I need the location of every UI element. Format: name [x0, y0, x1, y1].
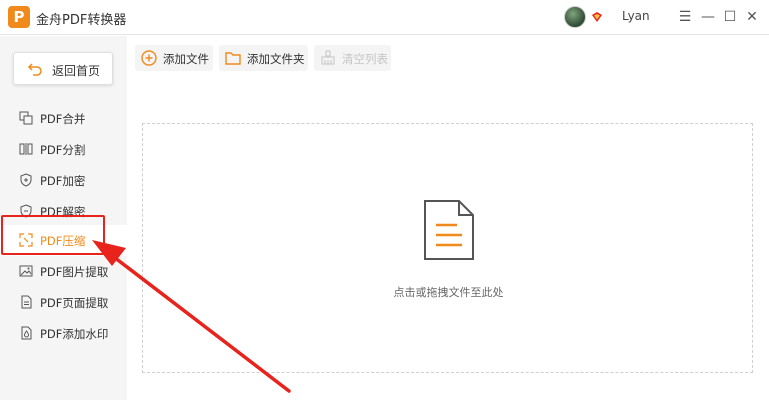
document-icon — [424, 200, 474, 260]
home-button-label: 返回首页 — [52, 64, 101, 78]
drop-zone-hint: 点击或拖拽文件至此处 — [393, 286, 504, 299]
username[interactable]: Lyan — [622, 9, 650, 23]
add-file-label: 添加文件 — [163, 52, 209, 66]
clear-list-button[interactable]: 清空列表 — [314, 45, 391, 71]
main-content: 添加文件 添加文件夹 清空列表 点击或拖拽文件至此处 — [127, 36, 769, 400]
folder-icon — [225, 52, 241, 65]
app-title: 金舟PDF转换器 — [36, 13, 127, 28]
add-file-button[interactable]: 添加文件 — [135, 45, 213, 71]
sidebar-item-pdf-encrypt[interactable]: PDF加密 — [0, 165, 127, 196]
sidebar-item-label: PDF分割 — [40, 143, 86, 157]
sidebar-item-label: PDF加密 — [40, 174, 86, 188]
sidebar-item-pdf-merge[interactable]: PDF合并 — [0, 103, 127, 134]
sidebar-item-pdf-watermark[interactable]: PDF添加水印 — [0, 318, 127, 349]
sidebar-item-pdf-page-extract[interactable]: PDF页面提取 — [0, 287, 127, 318]
app-logo: P — [8, 6, 30, 28]
image-icon — [19, 265, 33, 277]
sidebar-item-label: PDF图片提取 — [40, 265, 109, 279]
home-button[interactable]: 返回首页 — [13, 52, 113, 85]
minimize-button[interactable]: — — [699, 8, 717, 26]
watermark-icon — [21, 326, 32, 340]
sidebar-item-pdf-split[interactable]: PDF分割 — [0, 134, 127, 165]
sidebar-item-label: PDF合并 — [40, 112, 86, 126]
sidebar-item-label: PDF添加水印 — [40, 327, 109, 341]
broom-icon — [321, 50, 335, 65]
sidebar-item-label: PDF页面提取 — [40, 296, 109, 310]
add-folder-label: 添加文件夹 — [247, 52, 305, 66]
annotation-highlight-box — [1, 215, 105, 255]
split-icon — [19, 143, 33, 155]
add-circle-icon — [141, 50, 157, 66]
close-button[interactable]: ✕ — [743, 8, 761, 26]
vip-badge-icon — [592, 12, 602, 22]
page-icon — [21, 295, 32, 309]
file-drop-zone[interactable]: 点击或拖拽文件至此处 — [142, 123, 753, 373]
title-bar: P 金舟PDF转换器 Lyan ☰ — ☐ ✕ — [0, 0, 769, 35]
maximize-button[interactable]: ☐ — [721, 8, 739, 26]
avatar[interactable] — [564, 6, 586, 28]
menu-icon[interactable]: ☰ — [676, 8, 694, 26]
sidebar-item-pdf-image-extract[interactable]: PDF图片提取 — [0, 256, 127, 287]
add-folder-button[interactable]: 添加文件夹 — [219, 45, 308, 71]
back-arrow-icon — [27, 63, 42, 76]
merge-icon — [19, 111, 33, 125]
shield-plus-icon — [20, 173, 32, 187]
clear-list-label: 清空列表 — [342, 52, 388, 66]
